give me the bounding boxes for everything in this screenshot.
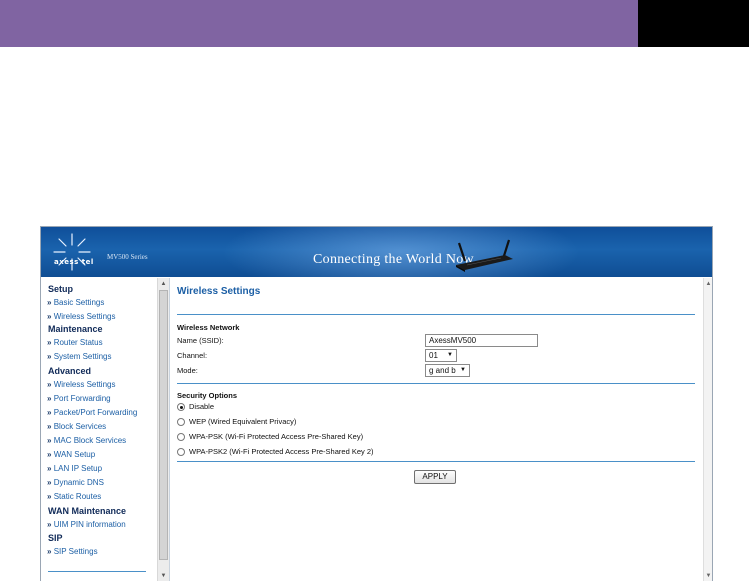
radio-button[interactable] — [177, 418, 185, 426]
channel-select[interactable]: 01 ▼ — [425, 349, 457, 362]
nav-link-system-settings[interactable]: » System Settings — [47, 352, 112, 361]
mode-label: Mode: — [177, 366, 198, 375]
nav-arrow: » — [47, 492, 52, 501]
scroll-down-icon[interactable]: ▼ — [158, 571, 169, 581]
starburst-logo-icon — [53, 233, 91, 271]
sidebar-nav: Setup » Basic Settings » Wireless Settin… — [41, 278, 170, 581]
page-title: Wireless Settings — [177, 286, 261, 297]
mode-select[interactable]: g and b ▼ — [425, 364, 470, 377]
nav-arrow: » — [47, 408, 52, 417]
logo-text: axess tel — [54, 258, 94, 266]
radio-button[interactable] — [177, 403, 185, 411]
nav-arrow: » — [47, 464, 52, 473]
chevron-down-icon: ▼ — [447, 352, 453, 358]
nav-arrow: » — [47, 380, 52, 389]
channel-label: Channel: — [177, 351, 208, 360]
divider — [177, 383, 695, 384]
series-label: MV500 Series — [107, 253, 148, 261]
nav-arrow: » — [47, 394, 52, 403]
chevron-down-icon: ▼ — [460, 367, 466, 373]
nav-link-port-forwarding[interactable]: » Port Forwarding — [47, 394, 111, 403]
nav-arrow: » — [47, 298, 52, 307]
nav-heading-maintenance: Maintenance — [48, 324, 103, 334]
nav-arrow: » — [47, 338, 52, 347]
sidebar-divider — [48, 571, 146, 572]
radio-button[interactable] — [177, 433, 185, 441]
nav-link-mac-block-services[interactable]: » MAC Block Services — [47, 436, 126, 445]
nav-link-router-status[interactable]: » Router Status — [47, 338, 103, 347]
nav-link-uim-pin[interactable]: » UIM PIN information — [47, 520, 126, 529]
nav-link-dynamic-dns[interactable]: » Dynamic DNS — [47, 478, 104, 487]
top-accent-bar — [0, 0, 638, 47]
nav-heading-setup: Setup — [48, 284, 74, 294]
nav-link-basic-settings[interactable]: » Basic Settings — [47, 298, 104, 307]
nav-link-adv-wireless-settings[interactable]: » Wireless Settings — [47, 380, 115, 389]
ssid-label: Name (SSID): — [177, 336, 224, 345]
router-admin-window: axess tel MV500 Series Connecting the Wo… — [40, 226, 713, 581]
scroll-up-icon[interactable]: ▲ — [158, 279, 169, 289]
nav-link-sip-settings[interactable]: » SIP Settings — [47, 547, 98, 556]
nav-arrow: » — [47, 547, 52, 556]
nav-link-packet-port-forwarding[interactable]: » Packet/Port Forwarding — [47, 408, 137, 417]
top-black-block — [638, 0, 749, 47]
nav-link-static-routes[interactable]: » Static Routes — [47, 492, 101, 501]
wireless-network-heading: Wireless Network — [177, 323, 240, 332]
tagline: Connecting the World Now — [313, 252, 474, 267]
scrollbar-thumb[interactable] — [159, 290, 168, 560]
scroll-down-icon[interactable]: ▼ — [704, 571, 712, 581]
sidebar-scrollbar[interactable]: ▲ ▼ — [157, 278, 169, 581]
nav-link-block-services[interactable]: » Block Services — [47, 422, 106, 431]
nav-arrow: » — [47, 436, 52, 445]
divider — [177, 461, 695, 462]
nav-arrow: » — [47, 478, 52, 487]
nav-link-wan-setup[interactable]: » WAN Setup — [47, 450, 95, 459]
divider — [177, 314, 695, 315]
router-device-icon — [456, 239, 513, 272]
nav-heading-wan-maintenance: WAN Maintenance — [48, 506, 127, 516]
radio-button[interactable] — [177, 448, 185, 456]
nav-arrow: » — [47, 422, 52, 431]
nav-arrow: » — [47, 312, 52, 321]
header-banner: axess tel MV500 Series Connecting the Wo… — [41, 227, 712, 277]
security-options-heading: Security Options — [177, 391, 238, 400]
main-scrollbar[interactable]: ▲ ▼ — [703, 278, 712, 581]
apply-button[interactable]: APPLY — [414, 470, 456, 484]
nav-arrow: » — [47, 520, 52, 529]
nav-link-lan-ip-setup[interactable]: » LAN IP Setup — [47, 464, 102, 473]
main-content: Wireless Settings Wireless Network Name … — [171, 278, 701, 581]
nav-arrow: » — [47, 450, 52, 459]
nav-link-wireless-settings[interactable]: » Wireless Settings — [47, 312, 115, 321]
ssid-input[interactable] — [425, 334, 538, 347]
scroll-up-icon[interactable]: ▲ — [704, 279, 712, 289]
nav-heading-sip: SIP — [48, 533, 63, 543]
nav-heading-advanced: Advanced — [48, 366, 92, 376]
nav-arrow: » — [47, 352, 52, 361]
